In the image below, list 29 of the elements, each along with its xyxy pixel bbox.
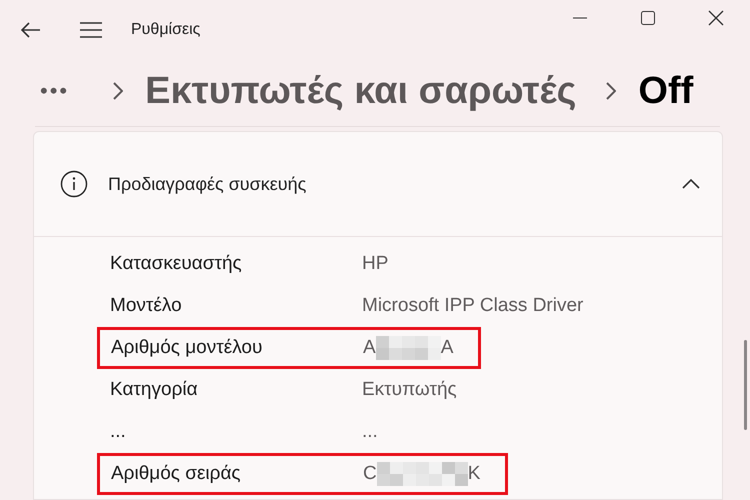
property-value: C (363, 463, 377, 485)
property-value: HP (362, 253, 388, 275)
window-title: Ρυθμίσεις (131, 21, 200, 39)
info-icon (60, 170, 88, 198)
breadcrumb-link[interactable]: Εκτυπωτές και σαρωτές (145, 70, 576, 112)
property-label: Κατηγορία (110, 379, 199, 401)
close-icon (708, 10, 724, 26)
property-value: Microsoft IPP Class Driver (362, 295, 584, 317)
property-value: A (363, 337, 376, 359)
property-value: K (468, 463, 480, 485)
chevron-up-icon[interactable] (682, 179, 700, 189)
property-value: ... (362, 421, 378, 443)
section-title: Προδιαγραφές συσκευής (108, 174, 308, 194)
property-label: Αριθμός σειράς (111, 463, 242, 485)
minimize-icon (573, 17, 587, 19)
property-label: Μοντέλο (110, 295, 183, 317)
section-header[interactable]: Προδιαγραφές συσκευής (34, 132, 722, 237)
property-value: A (440, 337, 454, 359)
property-label: ... (110, 421, 127, 443)
chevron-right-icon (606, 82, 616, 100)
maximize-icon (641, 11, 655, 25)
chevron-right-icon (113, 82, 124, 100)
scrollbar[interactable] (744, 340, 747, 430)
page-title: Off (638, 70, 694, 112)
redacted-block (376, 336, 441, 360)
more-button[interactable]: ••• (40, 78, 70, 104)
property-value: Εκτυπωτής (362, 379, 457, 401)
property-label: Αριθμός μοντέλου (111, 337, 264, 359)
property-label: Κατασκευαστής (110, 253, 243, 275)
